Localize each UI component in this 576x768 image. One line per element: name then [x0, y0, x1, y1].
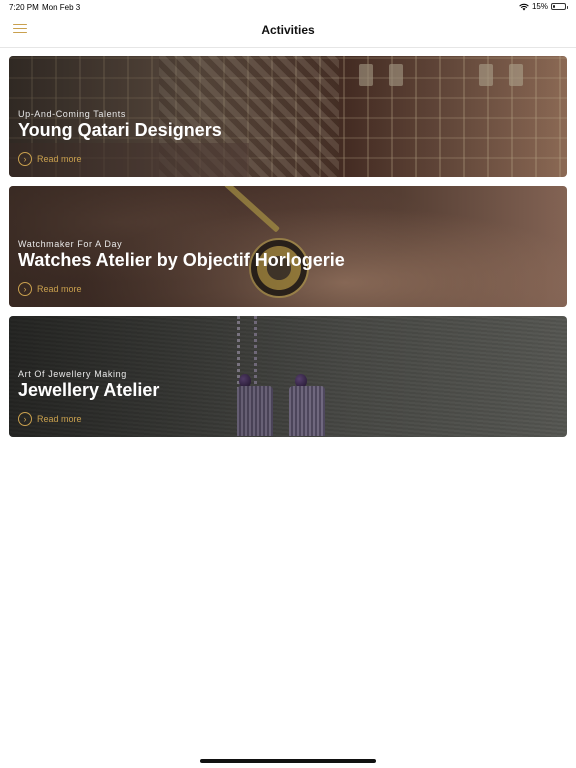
status-date: Mon Feb 3: [42, 3, 81, 12]
activity-card-young-qatari-designers[interactable]: Up-And-Coming Talents Young Qatari Desig…: [9, 56, 567, 177]
read-more-link[interactable]: › Read more: [18, 152, 82, 166]
activity-subtitle: Watchmaker For A Day: [18, 239, 123, 249]
home-indicator[interactable]: [200, 759, 376, 763]
activity-list: Up-And-Coming Talents Young Qatari Desig…: [9, 56, 567, 446]
navigation-bar: Activities: [0, 14, 576, 48]
activity-card-watches-atelier[interactable]: Watchmaker For A Day Watches Atelier by …: [9, 186, 567, 307]
status-bar: 7:20 PM Mon Feb 3 15%: [0, 0, 576, 14]
activity-card-jewellery-atelier[interactable]: Art Of Jewellery Making Jewellery Atelie…: [9, 316, 567, 437]
chevron-right-icon: ›: [18, 152, 32, 166]
activity-title: Watches Atelier by Objectif Horlogerie: [18, 250, 345, 270]
activity-subtitle: Up-And-Coming Talents: [18, 109, 126, 119]
chevron-right-icon: ›: [18, 412, 32, 426]
read-more-link[interactable]: › Read more: [18, 412, 82, 426]
chevron-right-icon: ›: [18, 282, 32, 296]
read-more-label: Read more: [37, 414, 82, 424]
battery-percent: 15%: [531, 2, 548, 11]
status-time: 7:20 PM: [9, 3, 39, 12]
status-indicators: 15%: [519, 2, 568, 11]
read-more-label: Read more: [37, 154, 82, 164]
activity-title: Young Qatari Designers: [18, 120, 222, 140]
battery-icon: [551, 3, 568, 10]
read-more-link[interactable]: › Read more: [18, 282, 82, 296]
wifi-icon: [519, 3, 529, 10]
activity-subtitle: Art Of Jewellery Making: [18, 369, 127, 379]
read-more-label: Read more: [37, 284, 82, 294]
activity-title: Jewellery Atelier: [18, 380, 160, 400]
page-title: Activities: [261, 23, 315, 37]
